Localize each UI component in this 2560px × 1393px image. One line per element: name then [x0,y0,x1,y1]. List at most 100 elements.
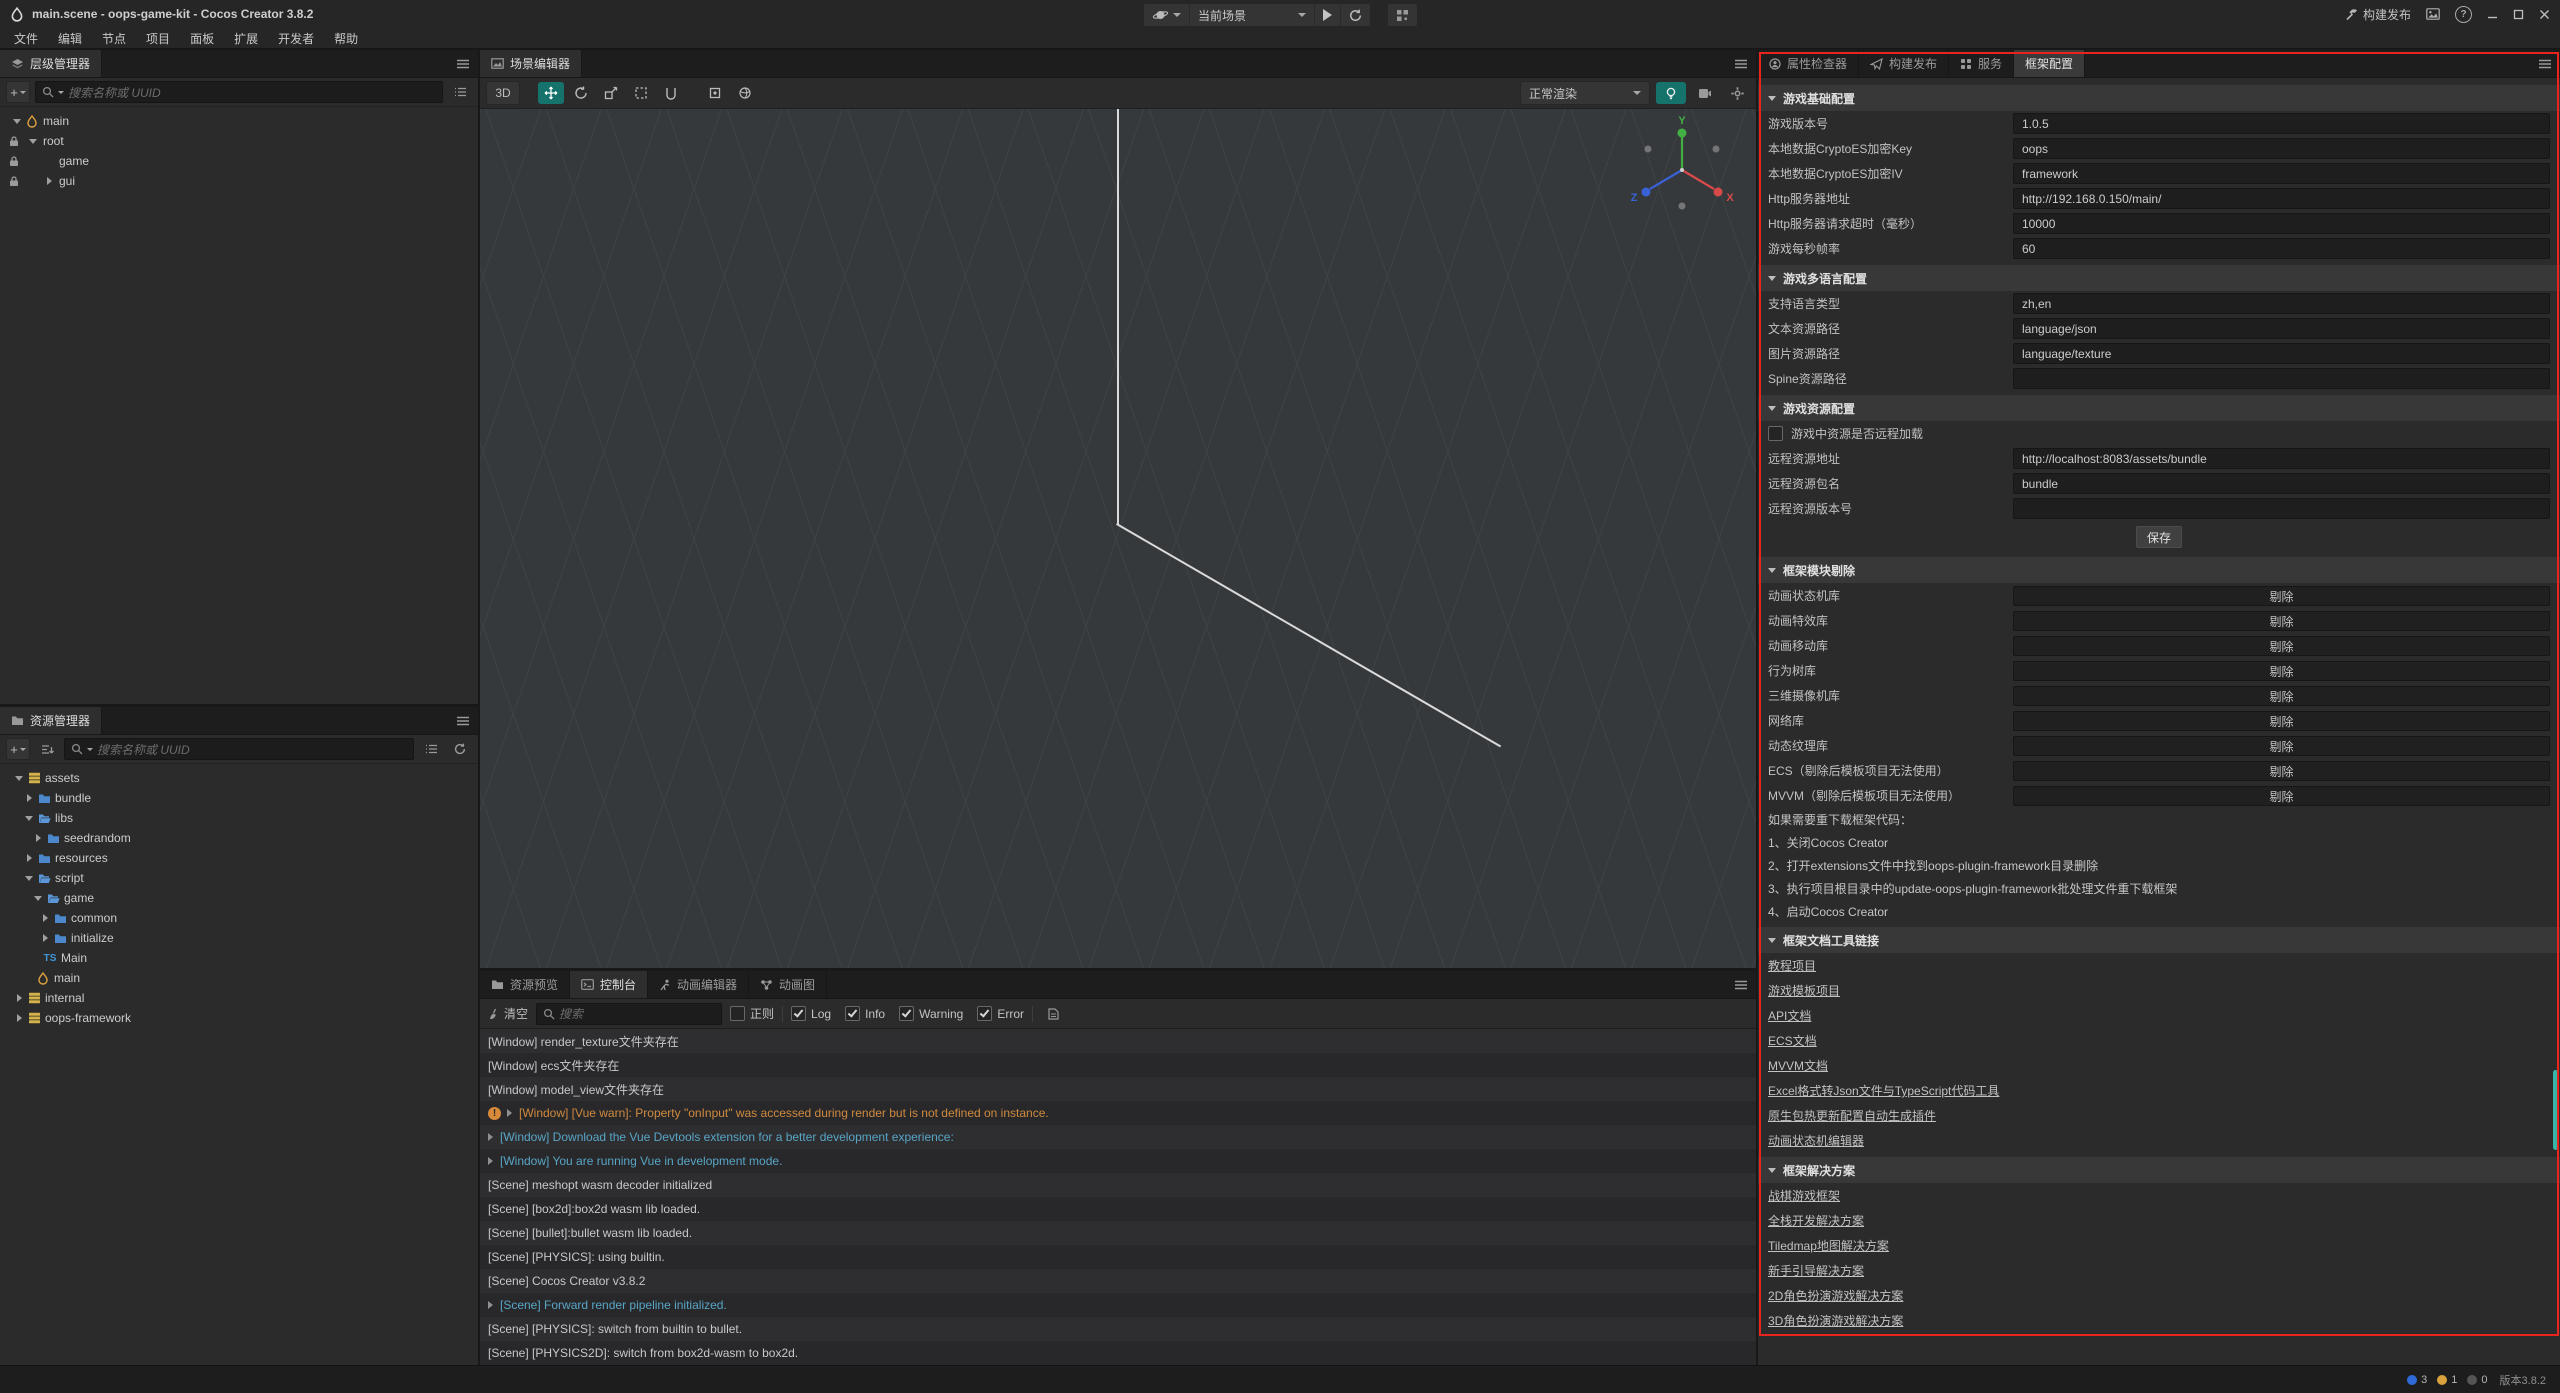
expand-arrow[interactable] [31,828,45,848]
create-node-button[interactable]: + [6,81,30,103]
text-input[interactable]: oops [2013,138,2550,159]
row-label[interactable]: 三维摄像机库 [1768,687,2013,704]
restart-button[interactable] [1341,4,1370,26]
section-collapse-arrow[interactable] [1768,276,1776,281]
row-label[interactable]: 3D角色扮演游戏解决方案 [1768,1312,1903,1329]
scene-viewport[interactable]: Y X Z [480,109,1756,968]
row-label[interactable]: 框架文档工具链接 [1783,932,1879,949]
trim-module-button[interactable]: 剔除 [2013,661,2550,681]
tab-console[interactable]: 控制台 [570,971,648,998]
log-row[interactable]: ! [Window] render_texture文件夹存在 [480,1029,1756,1053]
text-input[interactable]: zh,en [2013,293,2550,314]
row-label[interactable]: MVVM（剔除后模板项目无法使用） [1768,787,2013,804]
log-filter-checkbox[interactable]: Error [977,1006,1024,1021]
menu-item[interactable]: 扩展 [224,30,268,47]
tree-item[interactable]: TS oops-framework [0,1008,478,1028]
expand-arrow[interactable] [28,948,42,968]
log-filter-checkbox[interactable]: Log [791,1006,831,1021]
panel-menu-button[interactable] [448,50,478,77]
save-button[interactable]: 保存 [2136,526,2182,548]
menu-item[interactable]: 开发者 [268,30,324,47]
row-label[interactable]: 如果需要重下载框架代码： [1768,811,1912,828]
section-collapse-arrow[interactable] [1768,938,1776,943]
screenshot-button[interactable] [2426,8,2440,20]
expand-arrow-icon[interactable] [488,1157,493,1165]
row-label[interactable]: 远程资源地址 [1768,450,2013,467]
log-row[interactable]: ! [Window] ecs文件夹存在 [480,1053,1756,1077]
expand-arrow[interactable] [22,808,36,828]
text-input[interactable] [2013,498,2550,519]
text-input[interactable]: framework [2013,163,2550,184]
row-label[interactable]: 动画移动库 [1768,637,2013,654]
maximize-button[interactable] [2513,9,2524,20]
trim-module-button[interactable]: 剔除 [2013,761,2550,781]
panel-menu-button[interactable] [448,707,478,734]
panel-menu-button[interactable] [1726,971,1756,998]
orientation-gizmo[interactable]: Y X Z [1622,113,1742,233]
trim-module-button[interactable]: 剔除 [2013,786,2550,806]
row-label[interactable]: 支持语言类型 [1768,295,2013,312]
rect-tool-button[interactable] [628,82,654,104]
row-label[interactable]: 游戏资源配置 [1783,400,1855,417]
row-label[interactable]: Excel格式转Json文件与TypeScript代码工具 [1768,1082,1999,1099]
tree-item[interactable]: TS gui [0,171,478,191]
row-label[interactable]: 新手引导解决方案 [1768,1262,1864,1279]
tab-assets[interactable]: 资源管理器 [0,707,102,734]
row-label[interactable]: 4、启动Cocos Creator [1768,903,1888,920]
row-label[interactable]: Http服务器请求超时（毫秒） [1768,215,2013,232]
tab-hierarchy[interactable]: 层级管理器 [0,50,102,77]
row-label[interactable]: Tiledmap地图解决方案 [1768,1237,1889,1254]
tab-animation-graph[interactable]: 动画图 [749,971,827,998]
tree-item[interactable]: TS main [0,968,478,988]
row-label[interactable]: 原生包热更新配置自动生成插件 [1768,1107,1936,1124]
tree-item[interactable]: TS internal [0,988,478,1008]
log-row[interactable]: ! [Window] model_view文件夹存在 [480,1077,1756,1101]
log-row[interactable]: ! [Scene] Cocos Creator v3.8.2 [480,1269,1756,1293]
console-log-list[interactable]: ! [Window] render_texture文件夹存在 ! [Window… [480,1029,1756,1365]
log-row[interactable]: ! [Scene] Forward render pipeline initia… [480,1293,1756,1317]
scene-camera-button[interactable] [1692,82,1718,104]
expand-arrow[interactable] [12,988,26,1008]
expand-arrow[interactable] [42,151,56,171]
row-label[interactable]: 游戏模板项目 [1768,982,1840,999]
move-tool-button[interactable] [538,82,564,104]
hierarchy-search-input[interactable]: 搜索名称或 UUID [35,81,443,103]
play-button[interactable] [1315,4,1341,26]
menu-item[interactable]: 文件 [4,30,48,47]
row-label[interactable]: 游戏版本号 [1768,115,2013,132]
tab-framework-config[interactable]: 框架配置 [2014,50,2085,77]
platform-button[interactable] [1144,4,1190,26]
expand-arrow[interactable] [12,768,26,788]
tree-item[interactable]: TS resources [0,848,478,868]
row-label[interactable]: 动画状态机库 [1768,587,2013,604]
tree-item[interactable]: TS main [0,111,478,131]
log-count-badge[interactable]: 3 [2407,1374,2427,1386]
console-search-input[interactable]: 搜索 [536,1003,722,1025]
panel-menu-button[interactable] [1726,50,1756,77]
section-collapse-arrow[interactable] [1768,1168,1776,1173]
help-button[interactable]: ? [2455,6,2472,23]
log-row[interactable]: ! [Scene] [box2d]:box2d wasm lib loaded. [480,1197,1756,1221]
row-label[interactable]: 远程资源包名 [1768,475,2013,492]
close-button[interactable] [2539,9,2550,20]
trim-module-button[interactable]: 剔除 [2013,636,2550,656]
log-count-badge[interactable]: 0 [2467,1374,2487,1386]
expand-arrow-icon[interactable] [488,1301,493,1309]
clear-console-button[interactable]: 清空 [488,1005,528,1022]
scene-settings-button[interactable] [1724,82,1750,104]
tree-item[interactable]: TS game [0,151,478,171]
tree-item[interactable]: TS common [0,908,478,928]
text-input[interactable]: language/json [2013,318,2550,339]
row-label[interactable]: 动画特效库 [1768,612,2013,629]
tree-item[interactable]: TS script [0,868,478,888]
rotate-tool-button[interactable] [568,82,594,104]
text-input[interactable]: http://localhost:8083/assets/bundle [2013,448,2550,469]
row-label[interactable]: 远程资源版本号 [1768,500,2013,517]
menu-item[interactable]: 项目 [136,30,180,47]
expand-arrow[interactable] [22,848,36,868]
tree-item[interactable]: TS game [0,888,478,908]
tree-item[interactable]: TS seedrandom [0,828,478,848]
row-label[interactable]: API文档 [1768,1007,1811,1024]
expand-arrow-icon[interactable] [507,1109,512,1117]
menu-item[interactable]: 面板 [180,30,224,47]
